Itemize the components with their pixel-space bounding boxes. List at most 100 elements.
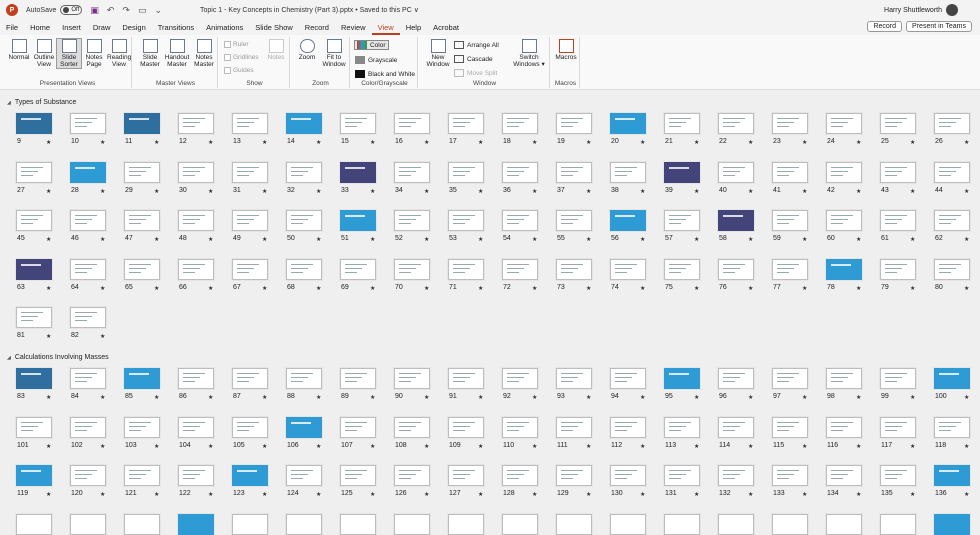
- slide-thumbnail[interactable]: [340, 465, 376, 486]
- slide-transition-icon[interactable]: ★: [100, 285, 105, 292]
- slide-thumbnail[interactable]: [556, 513, 592, 535]
- slide-thumbnail[interactable]: [826, 416, 862, 438]
- slide-transition-icon[interactable]: ★: [262, 443, 267, 450]
- slide-thumbnail[interactable]: [826, 465, 862, 486]
- notes-master-button[interactable]: Notes Master: [192, 39, 216, 68]
- slide-thumbnail[interactable]: [232, 416, 268, 438]
- slide-transition-icon[interactable]: ★: [46, 285, 51, 292]
- slide-thumbnail[interactable]: [826, 161, 862, 183]
- slide-transition-icon[interactable]: ★: [748, 188, 753, 195]
- section-header[interactable]: ◢ Types of Substance: [7, 99, 76, 106]
- slide-thumbnail[interactable]: [880, 258, 916, 280]
- section-header[interactable]: ◢ Calculations Involving Masses: [7, 354, 109, 361]
- slide-transition-icon[interactable]: ★: [46, 139, 51, 146]
- slide-transition-icon[interactable]: ★: [532, 491, 537, 498]
- slide-thumbnail[interactable]: [934, 513, 970, 535]
- slide-thumbnail[interactable]: [826, 513, 862, 535]
- slide-transition-icon[interactable]: ★: [532, 394, 537, 401]
- slide-transition-icon[interactable]: ★: [316, 188, 321, 195]
- slide-thumbnail[interactable]: [610, 258, 646, 280]
- slide-thumbnail[interactable]: [610, 465, 646, 486]
- slide-thumbnail[interactable]: [556, 161, 592, 183]
- switch-windows-button[interactable]: Switch Windows ▾: [512, 39, 546, 68]
- slide-transition-icon[interactable]: ★: [154, 236, 159, 243]
- slide-transition-icon[interactable]: ★: [370, 394, 375, 401]
- slide-thumbnail[interactable]: [772, 465, 808, 486]
- slide-transition-icon[interactable]: ★: [856, 394, 861, 401]
- menu-transitions[interactable]: Transitions: [152, 20, 200, 35]
- slide-thumbnail[interactable]: [16, 368, 52, 389]
- slide-thumbnail[interactable]: [772, 113, 808, 134]
- slide-thumbnail[interactable]: [232, 465, 268, 486]
- slide-transition-icon[interactable]: ★: [586, 285, 591, 292]
- slide-thumbnail[interactable]: [16, 113, 52, 134]
- slide-transition-icon[interactable]: ★: [478, 188, 483, 195]
- slide-transition-icon[interactable]: ★: [46, 394, 51, 401]
- slide-transition-icon[interactable]: ★: [532, 236, 537, 243]
- menu-slide-show[interactable]: Slide Show: [249, 20, 299, 35]
- slide-thumbnail[interactable]: [880, 416, 916, 438]
- slide-transition-icon[interactable]: ★: [262, 139, 267, 146]
- slide-transition-icon[interactable]: ★: [370, 236, 375, 243]
- cascade-button[interactable]: Cascade: [454, 55, 493, 63]
- slide-thumbnail[interactable]: [178, 258, 214, 280]
- more-icon[interactable]: ⌄: [154, 5, 162, 16]
- menu-help[interactable]: Help: [400, 20, 427, 35]
- slide-transition-icon[interactable]: ★: [964, 139, 969, 146]
- slide-thumbnail[interactable]: [448, 513, 484, 535]
- slide-thumbnail[interactable]: [772, 513, 808, 535]
- slide-thumbnail[interactable]: [718, 416, 754, 438]
- color-button[interactable]: Color: [354, 40, 389, 50]
- slide-thumbnail[interactable]: [718, 513, 754, 535]
- slide-transition-icon[interactable]: ★: [100, 236, 105, 243]
- slide-thumbnail[interactable]: [772, 210, 808, 231]
- slide-transition-icon[interactable]: ★: [154, 491, 159, 498]
- slide-transition-icon[interactable]: ★: [532, 139, 537, 146]
- slide-thumbnail[interactable]: [934, 210, 970, 231]
- slide-thumbnail[interactable]: [610, 368, 646, 389]
- slide-thumbnail[interactable]: [934, 113, 970, 134]
- slide-transition-icon[interactable]: ★: [424, 394, 429, 401]
- section-collapse-icon[interactable]: ◢: [7, 355, 11, 361]
- slide-transition-icon[interactable]: ★: [478, 236, 483, 243]
- slide-thumbnail[interactable]: [16, 258, 52, 280]
- slide-thumbnail[interactable]: [718, 210, 754, 231]
- slide-transition-icon[interactable]: ★: [154, 285, 159, 292]
- slide-thumbnail[interactable]: [556, 416, 592, 438]
- slide-thumbnail[interactable]: [502, 210, 538, 231]
- slide-transition-icon[interactable]: ★: [370, 491, 375, 498]
- slide-thumbnail[interactable]: [664, 368, 700, 389]
- slide-thumbnail[interactable]: [232, 258, 268, 280]
- menu-record[interactable]: Record: [299, 20, 335, 35]
- menu-insert[interactable]: Insert: [56, 20, 87, 35]
- slide-thumbnail[interactable]: [448, 161, 484, 183]
- slide-transition-icon[interactable]: ★: [586, 394, 591, 401]
- slide-thumbnail[interactable]: [880, 513, 916, 535]
- slide-transition-icon[interactable]: ★: [46, 491, 51, 498]
- slide-thumbnail[interactable]: [934, 416, 970, 438]
- handout-master-button[interactable]: Handout Master: [164, 39, 190, 68]
- slide-transition-icon[interactable]: ★: [640, 443, 645, 450]
- slide-transition-icon[interactable]: ★: [100, 443, 105, 450]
- move-split-button[interactable]: Move Split: [454, 69, 497, 77]
- slide-sorter-pane[interactable]: ◢ Types of Substance 9 ★ 10 ★ 11 ★ 12 ★ 13 ★ 14 ★ 15 ★ 1…: [0, 91, 980, 535]
- slide-thumbnail[interactable]: [340, 210, 376, 231]
- slide-transition-icon[interactable]: ★: [478, 285, 483, 292]
- slide-transition-icon[interactable]: ★: [856, 285, 861, 292]
- slide-transition-icon[interactable]: ★: [154, 443, 159, 450]
- slide-thumbnail[interactable]: [826, 113, 862, 134]
- slide-transition-icon[interactable]: ★: [208, 188, 213, 195]
- slide-thumbnail[interactable]: [178, 416, 214, 438]
- slide-thumbnail[interactable]: [70, 161, 106, 183]
- slide-thumbnail[interactable]: [718, 113, 754, 134]
- slide-transition-icon[interactable]: ★: [208, 491, 213, 498]
- slide-thumbnail[interactable]: [718, 368, 754, 389]
- menu-home[interactable]: Home: [24, 20, 56, 35]
- slide-thumbnail[interactable]: [340, 513, 376, 535]
- slide-thumbnail[interactable]: [934, 161, 970, 183]
- reading-view-button[interactable]: Reading View: [107, 39, 131, 68]
- slide-transition-icon[interactable]: ★: [46, 333, 51, 340]
- slide-thumbnail[interactable]: [340, 113, 376, 134]
- menu-design[interactable]: Design: [116, 20, 151, 35]
- menu-animations[interactable]: Animations: [200, 20, 249, 35]
